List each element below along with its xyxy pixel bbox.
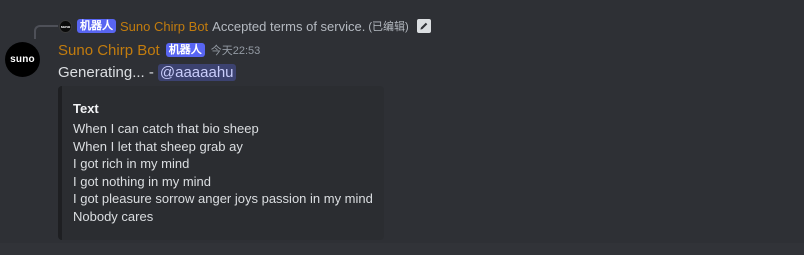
embed-field-name: Text <box>73 101 99 116</box>
bot-tag: 机器人 <box>165 43 205 57</box>
reply-edited-label: (已编辑) <box>368 21 409 33</box>
message-text: Generating... - <box>58 63 154 81</box>
message-header: Suno Chirp Bot 机器人 今天22:53 <box>58 40 260 60</box>
embed-body: Text When I can catch that bio sheep Whe… <box>73 101 374 225</box>
reply-message-text[interactable]: Accepted terms of service. <box>212 19 365 34</box>
embed-line: When I can catch that bio sheep <box>73 121 259 136</box>
timestamp[interactable]: 今天22:53 <box>211 42 261 58</box>
embed-line: I got pleasure sorrow anger joys passion… <box>73 191 373 206</box>
embed-line: Nobody cares <box>73 208 154 224</box>
reply-reference[interactable]: suno 机器人 Suno Chirp Bot Accepted terms o… <box>59 17 431 35</box>
embed-line: When I let that sheep grab ay <box>73 138 243 154</box>
reply-connector-line <box>34 25 58 39</box>
author-name[interactable]: Suno Chirp Bot <box>58 42 160 59</box>
edit-pencil-icon <box>416 19 431 33</box>
embed-line: I got nothing in my mind <box>73 173 212 189</box>
message-content: Generating... - @aaaaahu <box>58 62 236 82</box>
reply-avatar[interactable]: suno <box>59 19 72 33</box>
reply-bot-tag: 机器人 <box>77 19 116 33</box>
avatar-label: suno <box>10 54 35 65</box>
reply-author-name[interactable]: Suno Chirp Bot <box>120 19 208 34</box>
embed-line: I got rich in my mind <box>73 156 190 171</box>
embed-accent-bar <box>58 86 62 240</box>
message-item[interactable]: suno 机器人 Suno Chirp Bot Accepted terms o… <box>0 0 804 243</box>
embed: Text When I can catch that bio sheep Whe… <box>58 86 384 240</box>
reply-avatar-label: suno <box>60 23 71 29</box>
avatar[interactable]: suno <box>5 42 40 77</box>
user-mention[interactable]: @aaaaahu <box>157 63 236 81</box>
chat-background <box>0 243 804 255</box>
